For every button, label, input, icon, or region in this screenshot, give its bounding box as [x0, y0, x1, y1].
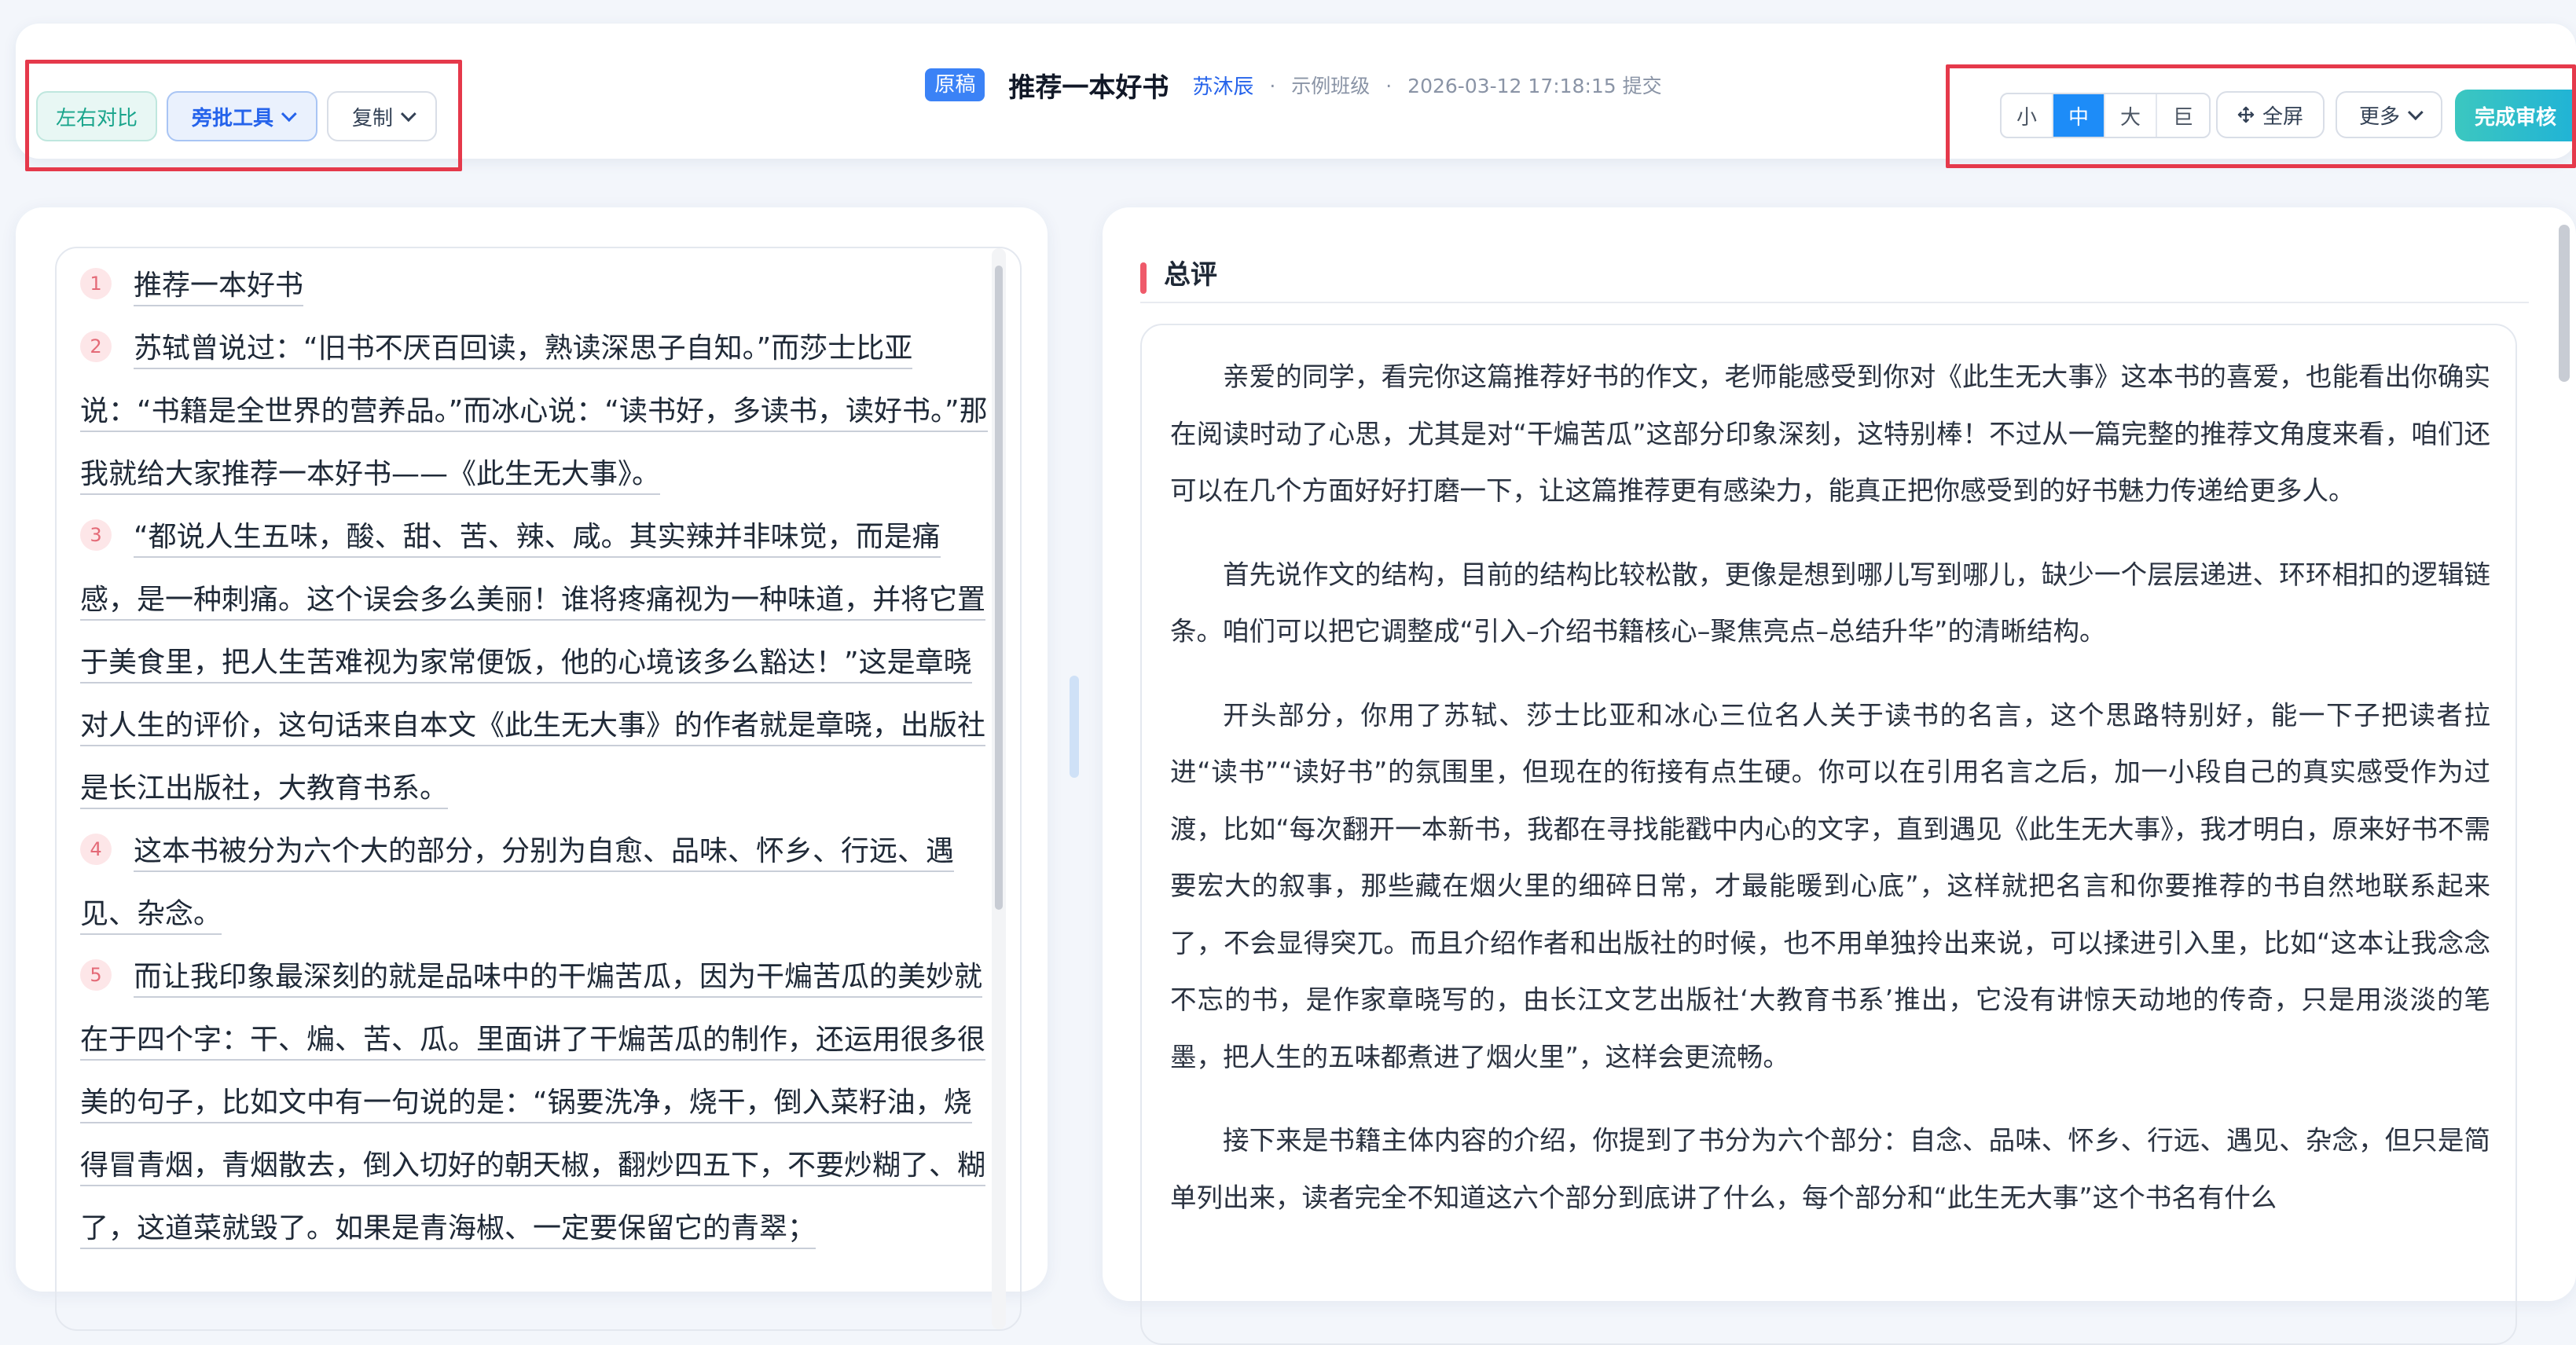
essay-paragraph[interactable]: 5 而让我印象最深刻的就是品味中的干煸苦瓜，因为干煸苦瓜的美妙就在于四个字：干、煸…	[80, 946, 992, 1260]
annotate-label: 旁批工具	[191, 106, 273, 130]
size-huge-option[interactable]: 巨	[2157, 94, 2209, 137]
fullscreen-label: 全屏	[2262, 104, 2303, 129]
submit-time: 2026-03-12 17:18:15 提交	[1407, 75, 1662, 97]
more-label: 更多	[2358, 104, 2400, 129]
font-size-selector: 小 中 大 巨	[2000, 93, 2211, 138]
finish-review-button[interactable]: 完成审核	[2455, 90, 2576, 141]
compare-button[interactable]: 左右对比	[36, 91, 157, 141]
paragraph-number: 2	[80, 331, 112, 362]
paragraph-number: 4	[80, 834, 112, 865]
meta-info: · 示例班级 · 2026-03-12 17:18:15 提交	[1264, 71, 1666, 99]
chevron-down-icon	[400, 106, 416, 123]
comment-paragraph: 首先说作文的结构，目前的结构比较松散，更像是想到哪儿写到哪儿，缺少一个层层递进、…	[1170, 559, 2490, 647]
essay-scroll-area[interactable]: 1 推荐一本好书 2 苏轼曾说过：“旧书不厌百回读，熟读深思子自知。”而莎士比亚说：…	[55, 247, 1022, 1331]
essay-panel: 1 推荐一本好书 2 苏轼曾说过：“旧书不厌百回读，熟读深思子自知。”而莎士比亚说：…	[16, 207, 1048, 1331]
author-link[interactable]: 苏沐辰	[1192, 71, 1253, 100]
chevron-down-icon	[2407, 104, 2424, 121]
page-title: 推荐一本好书	[1008, 71, 1169, 104]
copy-button[interactable]: 复制	[327, 91, 437, 141]
essay-paragraph[interactable]: 1 推荐一本好书	[80, 255, 992, 317]
comment-paragraph: 亲爱的同学，看完你这篇推荐好书的作文，老师能感受到你对《此生无大事》这本书的喜爱…	[1170, 361, 2490, 506]
essay-content: 1 推荐一本好书 2 苏轼曾说过：“旧书不厌百回读，熟读深思子自知。”而莎士比亚说：…	[80, 255, 992, 1260]
meta-separator: ·	[1385, 75, 1393, 97]
original-tag: 原稿	[925, 68, 985, 101]
paragraph-number: 1	[80, 268, 112, 299]
review-title: 总评	[1164, 259, 1217, 291]
section-accent-bar	[1140, 262, 1147, 294]
comment-paragraph: 接下来是书籍主体内容的介绍，你提到了书分为六个部分：自念、品味、怀乡、行远、遇见…	[1170, 1125, 2490, 1213]
overall-comment-box[interactable]: 亲爱的同学，看完你这篇推荐好书的作文，老师能感受到你对《此生无大事》这本书的喜爱…	[1140, 324, 2517, 1345]
essay-paragraph[interactable]: 3 “都说人生五味，酸、甜、苦、辣、咸。其实辣并非味觉，而是痛感，是一种刺痛。这个…	[80, 506, 992, 820]
paragraph-number: 3	[80, 519, 112, 551]
size-small-option[interactable]: 小	[2002, 94, 2053, 137]
panel-resize-handle[interactable]	[1070, 676, 1079, 778]
paragraph-text: 这本书被分为六个大的部分，分别为自愈、品味、怀乡、行远、遇见、杂念。	[80, 835, 955, 935]
essay-paragraph[interactable]: 4 这本书被分为六个大的部分，分别为自愈、品味、怀乡、行远、遇见、杂念。	[80, 820, 992, 946]
review-header: 总评	[1140, 247, 2529, 303]
essay-scrollbar-thumb[interactable]	[995, 266, 1003, 910]
chevron-down-icon	[281, 106, 297, 123]
fullscreen-button[interactable]: 全屏	[2216, 91, 2325, 138]
more-button[interactable]: 更多	[2336, 91, 2442, 138]
move-icon	[2237, 106, 2255, 123]
size-large-option[interactable]: 大	[2105, 94, 2157, 137]
copy-label: 复制	[351, 106, 393, 130]
paragraph-text: 苏轼曾说过：“旧书不厌百回读，熟读深思子自知。”而莎士比亚说：“书籍是全世界的营…	[80, 332, 988, 495]
class-name: 示例班级	[1291, 75, 1371, 97]
comment-paragraph: 开头部分，你用了苏轼、莎士比亚和冰心三位名人关于读书的名言，这个思路特别好，能一…	[1170, 699, 2490, 1072]
finish-review-label: 完成审核	[2474, 105, 2556, 130]
paragraph-text: 而让我印象最深刻的就是品味中的干煸苦瓜，因为干煸苦瓜的美妙就在于四个字：干、煸、…	[80, 961, 986, 1249]
essay-paragraph[interactable]: 2 苏轼曾说过：“旧书不厌百回读，熟读深思子自知。”而莎士比亚说：“书籍是全世界的…	[80, 317, 992, 506]
paragraph-text: 推荐一本好书	[134, 269, 304, 306]
meta-separator: ·	[1269, 75, 1276, 97]
review-scrollbar-thumb[interactable]	[2559, 225, 2570, 382]
paragraph-number: 5	[80, 959, 112, 991]
compare-label: 左右对比	[55, 106, 138, 130]
size-medium-option[interactable]: 中	[2053, 94, 2105, 137]
paragraph-text: “都说人生五味，酸、甜、苦、辣、咸。其实辣并非味觉，而是痛感，是一种刺痛。这个误…	[80, 521, 986, 809]
comment-content: 亲爱的同学，看完你这篇推荐好书的作文，老师能感受到你对《此生无大事》这本书的喜爱…	[1170, 349, 2490, 1253]
review-panel: 总评 亲爱的同学，看完你这篇推荐好书的作文，老师能感受到你对《此生无大事》这本书…	[1103, 207, 2576, 1345]
annotate-tool-button[interactable]: 旁批工具	[167, 91, 317, 141]
